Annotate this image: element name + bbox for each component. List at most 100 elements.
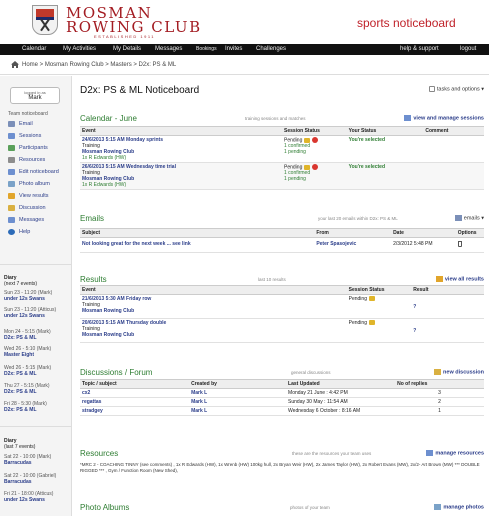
topic-author[interactable]: Mark L	[191, 408, 207, 414]
decline-icon[interactable]	[312, 137, 319, 143]
table-row[interactable]: 26/6/2013 5:15 AM Wednesday time trial Tr…	[80, 162, 484, 190]
topic-updated: Sunday 30 May : 11:54 AM	[286, 397, 396, 407]
diary-event-link[interactable]: under 12s Swans	[4, 313, 68, 319]
table-row[interactable]: Not looking great for the next week ... …	[80, 237, 484, 253]
col-header: No of replies	[395, 379, 484, 389]
action-label: emails	[463, 215, 480, 222]
col-header: Created by	[189, 379, 287, 389]
club-logo[interactable]	[32, 5, 58, 35]
nav-my-details[interactable]: My Details	[113, 46, 141, 52]
table-header: Subject From Date Options	[80, 228, 484, 238]
nav-invites[interactable]: Invites	[225, 46, 242, 52]
tasks-options-menu[interactable]: tasks and options ▾	[428, 86, 484, 92]
diary-event-link[interactable]: Barracudas	[4, 479, 68, 485]
diary-event-link[interactable]: Master Eight	[4, 352, 68, 358]
pending-count: 1 pending	[284, 149, 306, 156]
event-name-link[interactable]: Monday sprints	[126, 137, 163, 143]
table-row[interactable]: stradgey Mark L Wednesday 6 October : 8:…	[80, 406, 484, 416]
diary-event-link[interactable]: under 12s Swans	[4, 296, 68, 302]
divider	[0, 264, 72, 265]
event-crew: 1x R Edwards (HW)	[82, 155, 127, 161]
event-name-link[interactable]: Wednesday time trial	[126, 164, 176, 170]
event-club-link[interactable]: Mosman Rowing Club	[82, 308, 134, 314]
result-link[interactable]: ?	[413, 328, 416, 334]
new-discussion-link[interactable]: new discussion	[434, 369, 484, 375]
session-status: Pending	[348, 296, 367, 302]
diary-event[interactable]: Sat 22 - 10:00 (Gabriel) Barracudas	[4, 473, 68, 485]
table-row[interactable]: 20/6/2013 5:15 AM Thursday double Trainin…	[80, 318, 484, 343]
emails-menu[interactable]: emails ▾	[454, 215, 484, 222]
your-status: You're selected	[348, 164, 386, 170]
manage-photos-link[interactable]: manage photos	[434, 504, 484, 510]
action-label: view all results	[444, 276, 484, 283]
diary-event-link[interactable]: D2x: PS & ML	[4, 335, 68, 341]
email-icon	[8, 121, 15, 127]
table-row[interactable]: 24/6/2013 5:15 AM Monday sprints Training…	[80, 135, 484, 163]
sidebar-item-label: Sessions	[19, 133, 42, 139]
nav-calendar[interactable]: Calendar	[22, 46, 46, 52]
home-icon[interactable]	[11, 61, 19, 68]
diary-count: (last 7 events)	[4, 444, 36, 450]
diary-event[interactable]: Sun 23 - 11:20 (Atticus) under 12s Swans	[4, 307, 68, 319]
diary-event-link[interactable]: Barracudas	[4, 460, 68, 466]
diary-event[interactable]: Sun 23 - 11:20 (Mark) under 12s Swans	[4, 290, 68, 302]
user-badge[interactable]: logged in as Mark	[10, 87, 60, 104]
breadcrumb-path[interactable]: Home > Mosman Rowing Club > Masters > D2…	[22, 62, 176, 68]
col-header: Options	[455, 228, 484, 238]
nav-logout[interactable]: logout	[460, 46, 476, 52]
diary-event[interactable]: Wed 26 - 5:15 (Mark) D2x: PS & ML	[4, 365, 68, 377]
manage-resources-link[interactable]: manage resources	[426, 450, 484, 456]
diary-event-link[interactable]: D2x: PS & ML	[4, 371, 68, 377]
table-row[interactable]: regattas Mark L Sunday 30 May : 11:54 AM…	[80, 397, 484, 407]
event-time: 5:15 AM	[105, 164, 125, 170]
nav-challenges[interactable]: Challenges	[256, 46, 286, 52]
diary-event-link[interactable]: D2x: PS & ML	[4, 389, 68, 395]
resources-icon	[426, 450, 434, 456]
people-icon	[8, 145, 15, 151]
sidebar-item-participants[interactable]: Participants	[8, 144, 68, 156]
topic-replies: 1	[395, 406, 484, 416]
sidebar-item-resources[interactable]: Resources	[8, 156, 68, 168]
result-link[interactable]: ?	[413, 304, 416, 310]
view-all-results-link[interactable]: view all results	[435, 276, 484, 283]
sidebar-item-help[interactable]: Help	[8, 228, 68, 240]
nav-help[interactable]: help & support	[400, 46, 439, 52]
sidebar-item-photo-album[interactable]: Photo album	[8, 180, 68, 192]
topic-author[interactable]: Mark L	[191, 390, 207, 396]
email-subject-link[interactable]: Not looking great for the next week ... …	[82, 241, 191, 247]
topic-author[interactable]: Mark L	[191, 399, 207, 405]
view-manage-sessions-link[interactable]: view and manage sessions	[404, 115, 484, 121]
nav-messages[interactable]: Messages	[155, 46, 182, 52]
email-from[interactable]: Peter Spasojevic	[316, 241, 356, 247]
event-club-link[interactable]: Mosman Rowing Club	[82, 332, 134, 338]
diary-event[interactable]: Thu 27 - 5:15 (Mark) D2x: PS & ML	[4, 383, 68, 395]
sidebar-item-discussion[interactable]: Discussion	[8, 204, 68, 216]
sidebar-item-messages[interactable]: Messages	[8, 216, 68, 228]
event-name-link[interactable]: Thursday double	[126, 320, 166, 326]
diary-event[interactable]: Sat 22 - 10:00 (Mark) Barracudas	[4, 454, 68, 466]
diary-event[interactable]: Fri 21 - 18:00 (Atticus) under 12s Swans	[4, 491, 68, 503]
event-name-link[interactable]: Friday row	[126, 296, 151, 302]
nav-my-activities[interactable]: My Activities	[63, 46, 96, 52]
topic-link[interactable]: stradgey	[82, 408, 103, 414]
diary-event[interactable]: Fri 28 - 5:30 (Mark) D2x: PS & ML	[4, 401, 68, 413]
sidebar-item-view-results[interactable]: View results	[8, 192, 68, 204]
decline-icon[interactable]	[312, 164, 319, 170]
nav-bookings[interactable]: Bookings	[196, 46, 217, 52]
action-label: new discussion	[443, 369, 484, 376]
topic-link[interactable]: cx2	[82, 390, 90, 396]
table-row[interactable]: cx2 Mark L Monday 21 June : 4:42 PM 3	[80, 388, 484, 398]
top-nav: Calendar My Activities My Details Messag…	[0, 44, 489, 55]
sidebar-item-email[interactable]: Email	[8, 120, 68, 132]
diary-event-link[interactable]: under 12s Swans	[4, 497, 68, 503]
col-header: Your Status	[346, 126, 424, 136]
topic-link[interactable]: regattas	[82, 399, 101, 405]
diary-event[interactable]: Mon 24 - 5:15 (Mark) D2x: PS & ML	[4, 329, 68, 341]
diary-event[interactable]: Wed 26 - 5:10 (Mark) Master Eight	[4, 346, 68, 358]
sidebar-item-sessions[interactable]: Sessions	[8, 132, 68, 144]
trash-icon[interactable]	[457, 241, 462, 247]
table-row[interactable]: 21/6/2013 5:30 AM Friday row Training Mosm…	[80, 294, 484, 319]
pending-icon	[368, 320, 375, 326]
sidebar-item-edit-noticeboard[interactable]: Edit noticeboard	[8, 168, 68, 180]
diary-event-link[interactable]: D2x: PS & ML	[4, 407, 68, 413]
